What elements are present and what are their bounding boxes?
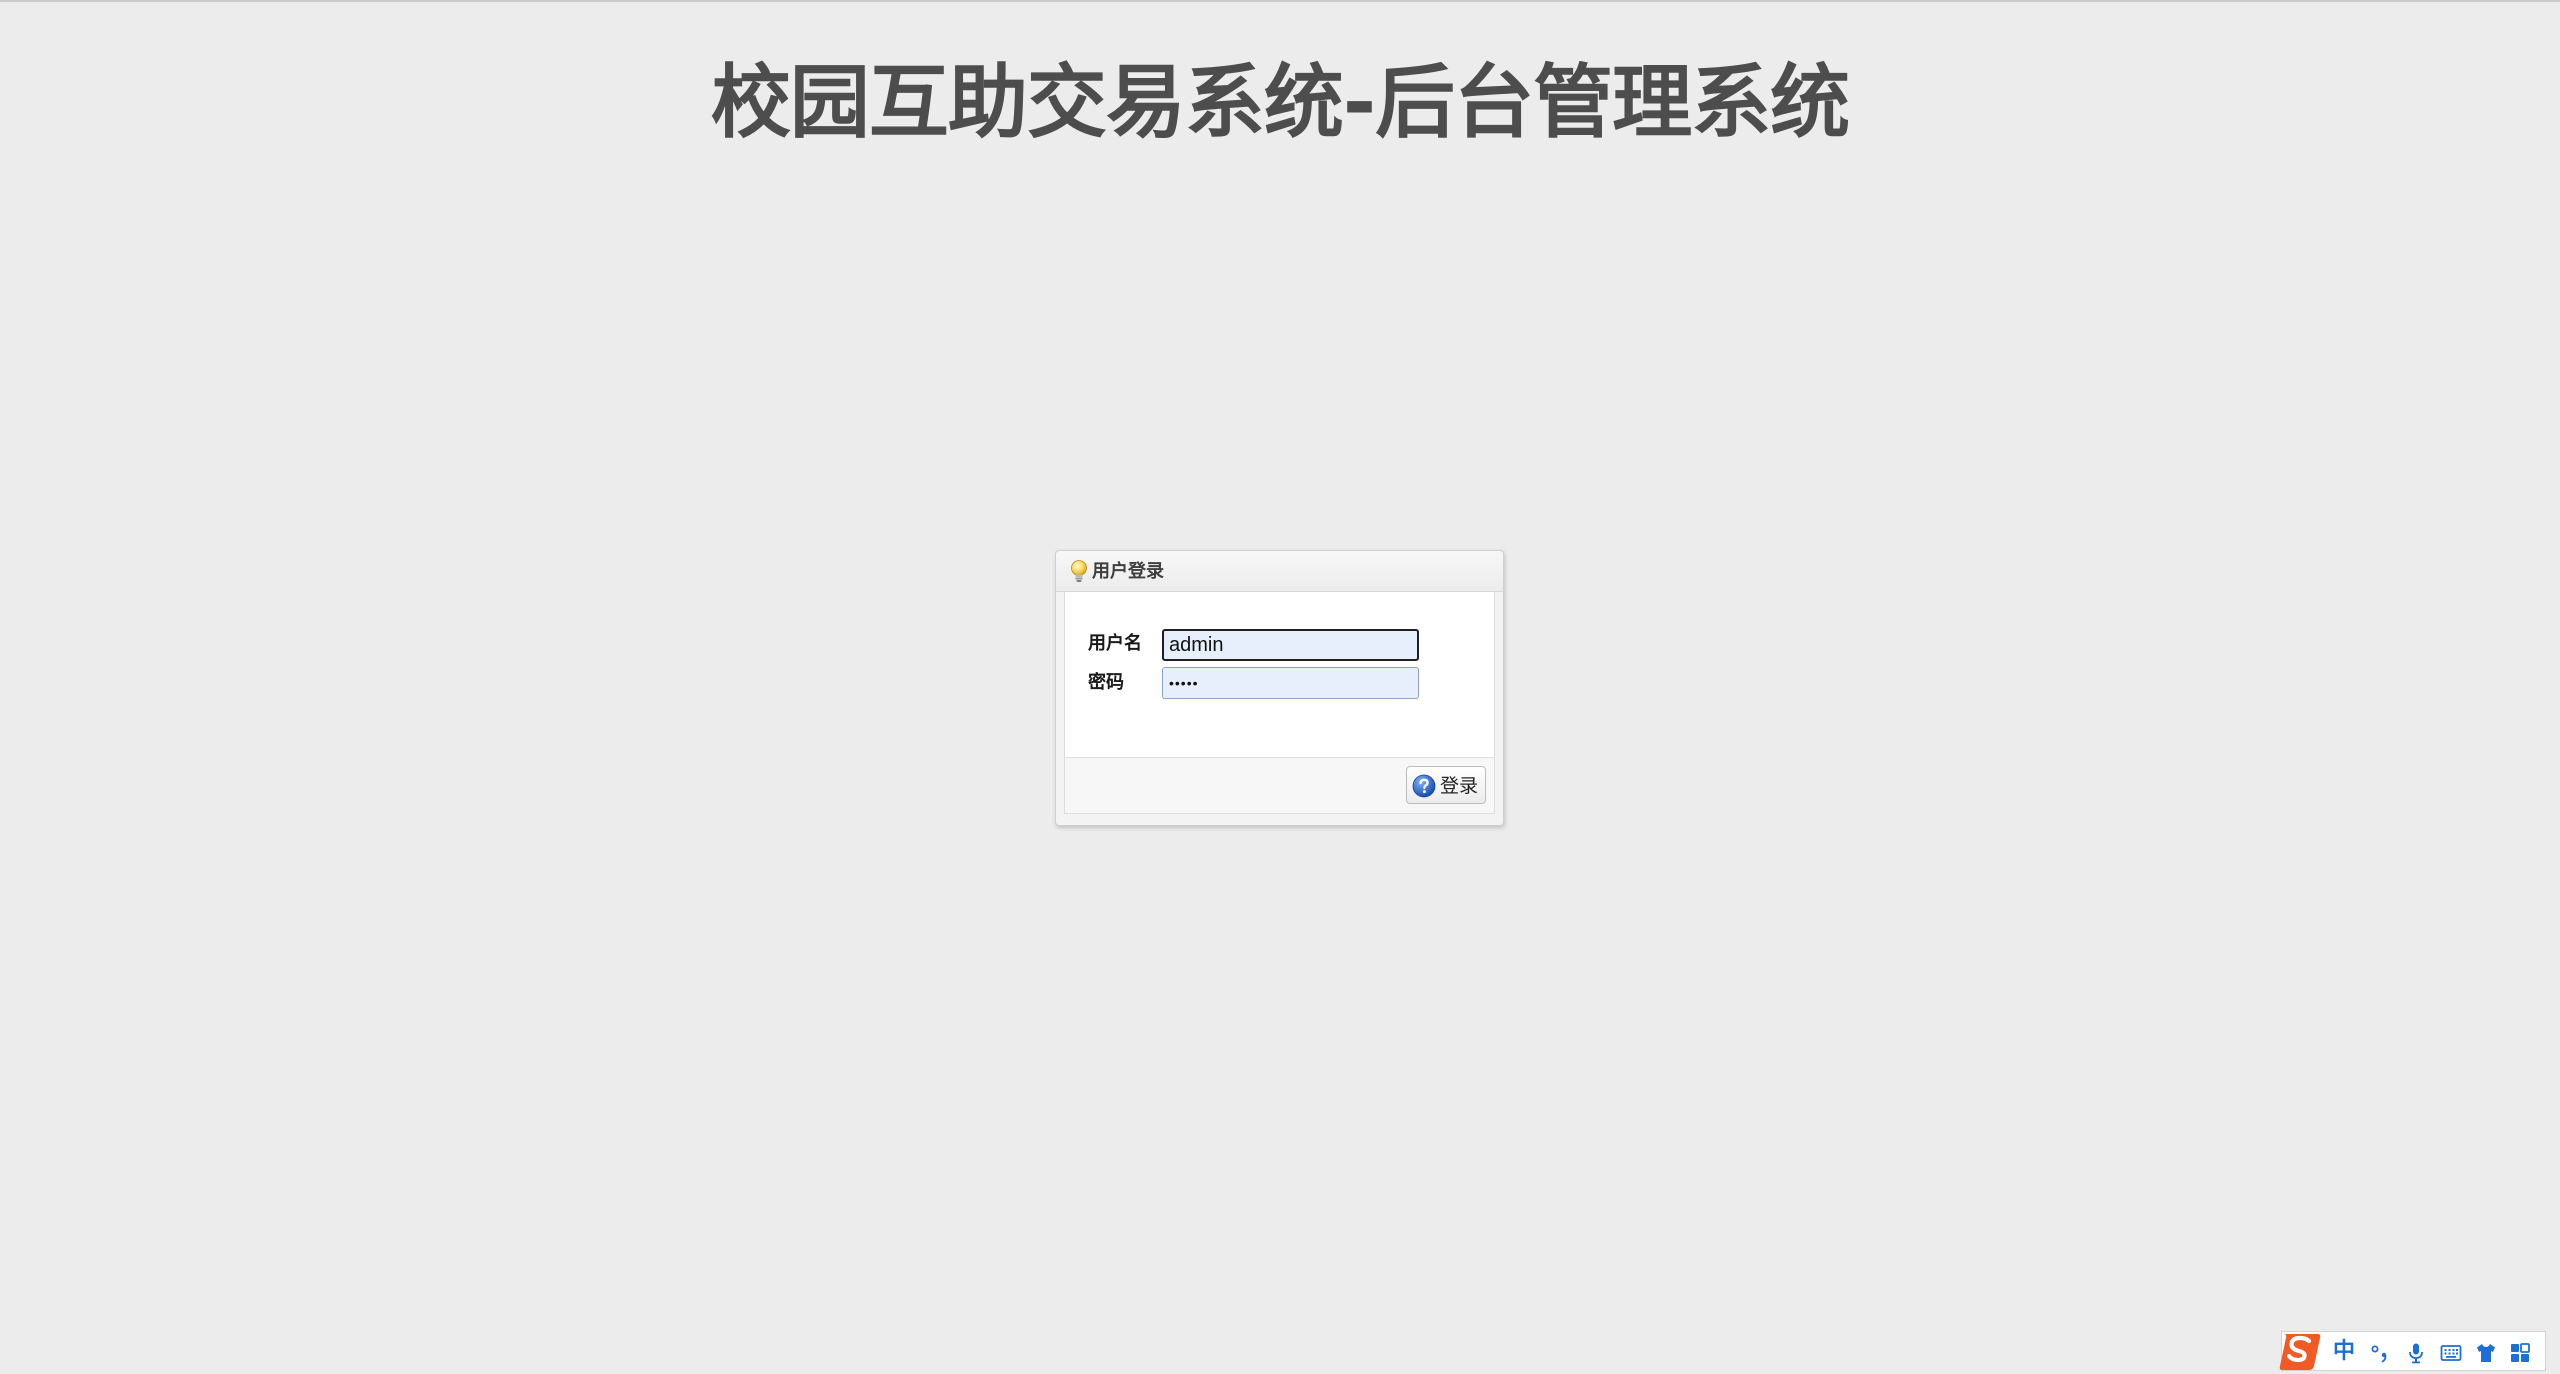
username-input[interactable]: [1162, 629, 1419, 661]
top-border: [0, 0, 2560, 2]
login-button-label: 登录: [1440, 775, 1479, 797]
lightbulb-icon: [1071, 560, 1087, 582]
ime-mode-toggle[interactable]: 中: [2333, 1339, 2355, 1365]
toolbox-grid-icon[interactable]: [2509, 1342, 2531, 1364]
ime-toolbar: 中: [2278, 1330, 2546, 1372]
page-title: 校园互助交易系统-后台管理系统: [710, 56, 1850, 149]
password-label: 密码: [1088, 672, 1124, 693]
username-label: 用户名: [1088, 633, 1142, 654]
microphone-icon[interactable]: [2405, 1342, 2427, 1364]
login-form-footer: 登录: [1065, 757, 1494, 813]
login-panel-header: 用户登录: [1056, 551, 1503, 592]
punctuation-icon[interactable]: [2369, 1342, 2391, 1364]
login-panel-title: 用户登录: [1092, 561, 1164, 582]
password-input[interactable]: [1162, 667, 1419, 699]
keyboard-icon[interactable]: [2440, 1342, 2462, 1364]
help-icon: [1412, 774, 1436, 798]
skin-shirt-icon[interactable]: [2475, 1342, 2497, 1364]
login-button[interactable]: 登录: [1406, 766, 1486, 804]
sogou-logo-icon[interactable]: [2278, 1330, 2322, 1372]
login-panel: 用户登录 用户名 密码 登录: [1055, 550, 1504, 826]
login-form: 用户名 密码 登录: [1064, 592, 1495, 814]
